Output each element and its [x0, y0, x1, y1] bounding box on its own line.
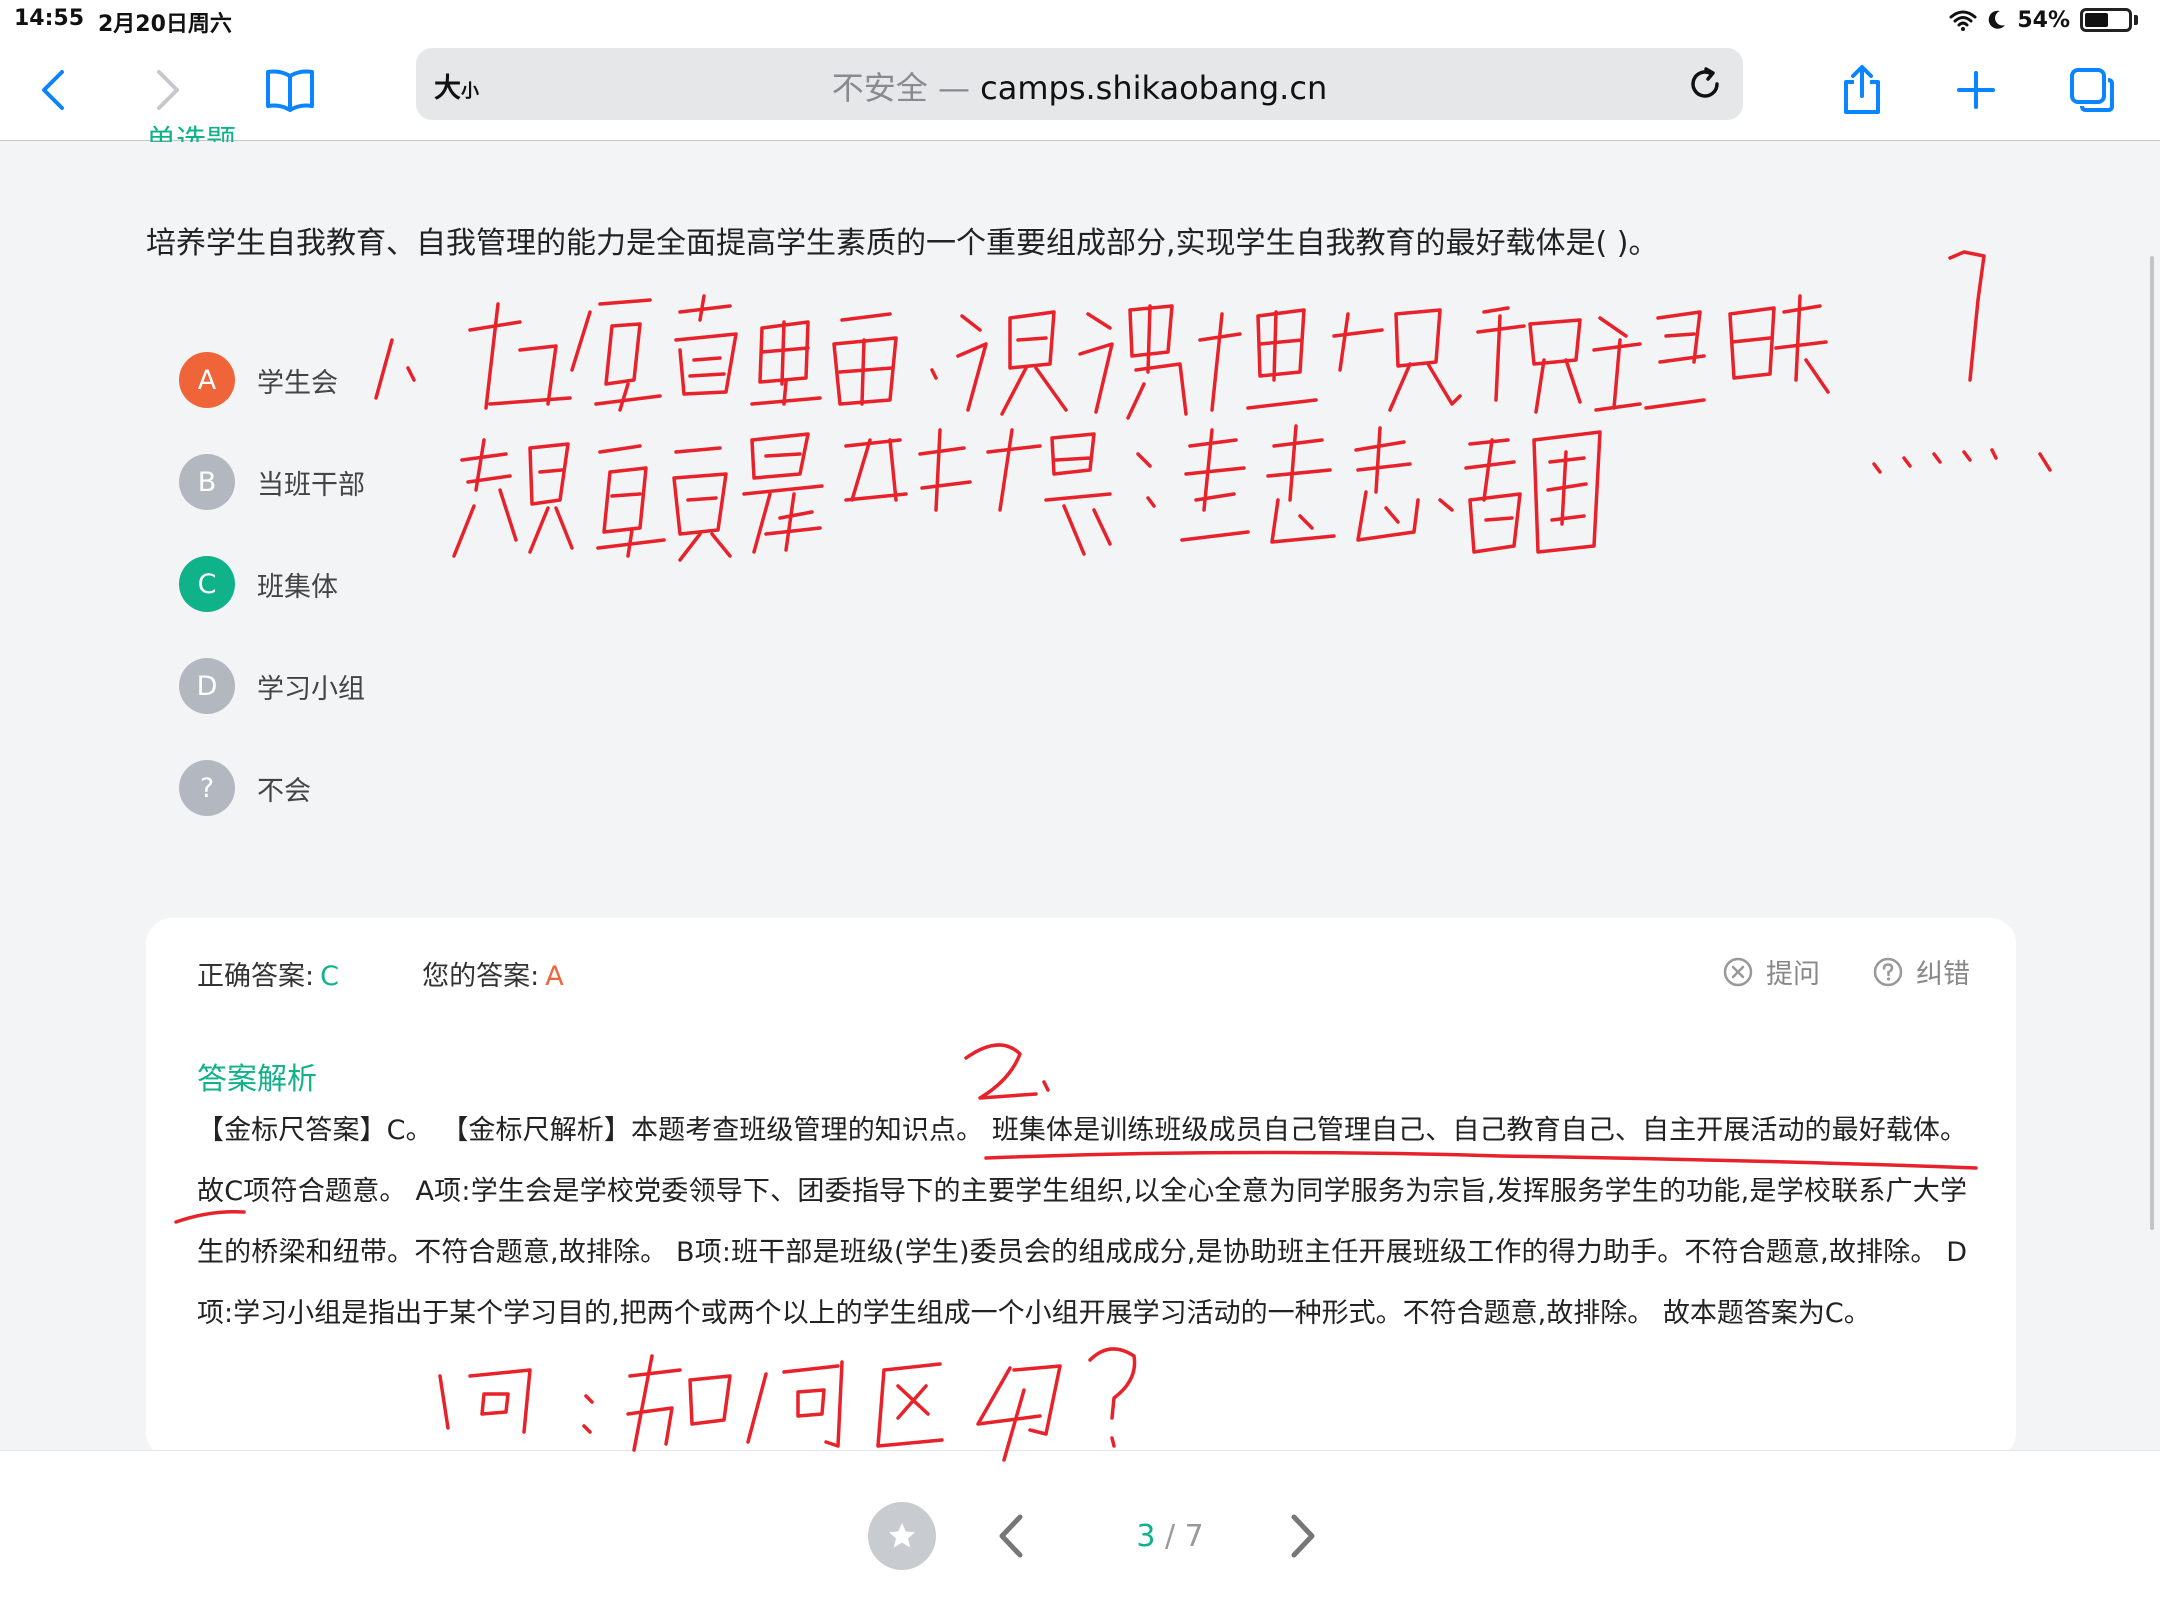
chevron-left-icon: [42, 70, 64, 110]
battery-icon: [2080, 8, 2132, 32]
address-bar[interactable]: 大小 不安全 — camps.shikaobang.cn: [416, 48, 1743, 120]
ask-button[interactable]: 提问: [1766, 952, 1820, 991]
new-tab-button[interactable]: [1948, 62, 2004, 118]
browser-toolbar: 大小 不安全 — camps.shikaobang.cn: [0, 40, 2160, 141]
answer-summary: 正确答案: C 您的答案: A: [197, 954, 564, 993]
current-page: 3: [1136, 1519, 1156, 1554]
url-text[interactable]: 不安全 — camps.shikaobang.cn: [416, 63, 1743, 109]
option-a[interactable]: A 学生会: [179, 352, 338, 408]
option-dont-know[interactable]: ? 不会: [179, 760, 311, 816]
report-error-button[interactable]: 纠错: [1916, 952, 1970, 991]
scroll-indicator[interactable]: [2150, 256, 2154, 1230]
option-letter: A: [179, 352, 235, 408]
option-letter: ?: [179, 760, 235, 816]
tabs-overview-button[interactable]: [2064, 62, 2120, 118]
correct-answer-value: C: [320, 961, 339, 992]
option-d[interactable]: D 学习小组: [179, 658, 365, 714]
battery-percent: 54%: [2017, 7, 2070, 33]
correct-answer-label: 正确答案:: [197, 961, 315, 992]
option-b[interactable]: B 当班干部: [179, 454, 365, 510]
option-letter: C: [179, 556, 235, 612]
your-answer-value: A: [545, 961, 564, 992]
status-date: 2月20日周六: [98, 12, 232, 37]
bookmarks-button[interactable]: [262, 62, 318, 118]
option-label: 不会: [257, 775, 311, 807]
plus-icon: [1957, 71, 1995, 109]
answer-actions: 提问 纠错: [1722, 952, 1970, 991]
star-icon: [889, 1523, 915, 1548]
reload-icon[interactable]: [1685, 64, 1725, 104]
option-label: 班集体: [257, 571, 338, 603]
option-label: 当班干部: [257, 469, 365, 501]
status-indicators: 54%: [1949, 4, 2138, 36]
page-indicator: 3 / 7: [1110, 1519, 1230, 1554]
question-circle-icon[interactable]: [1872, 956, 1904, 988]
option-label: 学习小组: [257, 673, 365, 705]
question-text: 培养学生自我教育、自我管理的能力是全面提高学生素质的一个重要组成部分,实现学生自…: [146, 226, 1659, 261]
book-icon: [266, 69, 314, 112]
chevron-right-icon: [157, 70, 179, 110]
bottom-nav-bar: 3 / 7: [0, 1450, 2160, 1621]
analysis-text: 【金标尺答案】C。 【金标尺解析】本题考查班级管理的知识点。 班集体是训练班级成…: [197, 1115, 1967, 1329]
forward-button[interactable]: [140, 62, 196, 118]
favorite-button[interactable]: [868, 1502, 936, 1570]
question-type-label: 单选题: [146, 124, 236, 142]
total-pages: / 7: [1155, 1519, 1204, 1554]
wifi-icon: [1949, 10, 1977, 31]
option-letter: B: [179, 454, 235, 510]
share-button[interactable]: [1834, 62, 1890, 118]
analysis-title: 答案解析: [197, 1062, 317, 1097]
option-letter: D: [179, 658, 235, 714]
answer-card: 正确答案: C 您的答案: A 提问 纠错 答案解析 【金标尺答案】C。 【金标尺解…: [146, 918, 2016, 1458]
status-time: 14:55: [14, 6, 85, 31]
previous-question-icon[interactable]: [990, 1511, 1032, 1561]
moon-icon: [1989, 10, 2006, 29]
option-c[interactable]: C 班集体: [179, 556, 338, 612]
share-icon: [1844, 65, 1880, 114]
your-answer-label: 您的答案:: [422, 961, 540, 992]
tabs-icon: [2070, 68, 2114, 112]
status-bar: 14:55 2月20日周六 54%: [0, 0, 2160, 40]
option-label: 学生会: [257, 367, 338, 399]
close-circle-icon[interactable]: [1722, 956, 1754, 988]
back-button[interactable]: [25, 62, 81, 118]
next-question-icon[interactable]: [1282, 1511, 1324, 1561]
